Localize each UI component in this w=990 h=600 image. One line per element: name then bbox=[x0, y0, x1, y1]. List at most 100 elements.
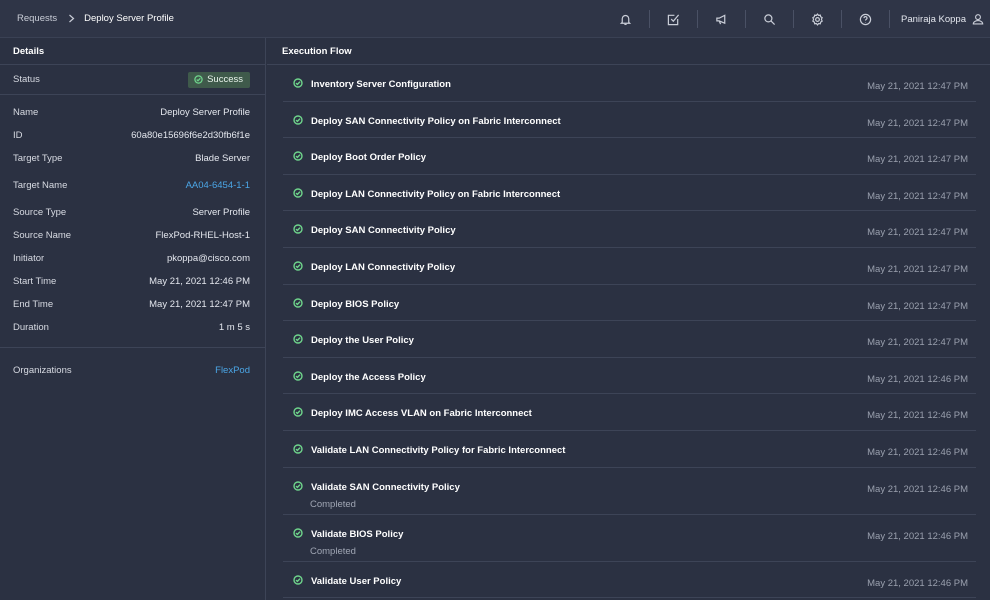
settings-button[interactable] bbox=[793, 0, 841, 38]
flow-step-time: May 21, 2021 12:46 PM bbox=[867, 530, 968, 542]
flow-step-time: May 21, 2021 12:47 PM bbox=[867, 337, 968, 349]
field-label: Name bbox=[13, 107, 39, 118]
flow-step-main: Deploy IMC Access VLAN on Fabric Interco… bbox=[293, 394, 532, 419]
execution-flow-panel: Execution Flow Inventory Server Configur… bbox=[267, 38, 990, 600]
field-id: ID 60a80e15696f6e2d30fb6f1e bbox=[0, 124, 265, 147]
organizations-label: Organizations bbox=[13, 364, 72, 376]
flow-step-time: May 21, 2021 12:46 PM bbox=[867, 577, 968, 589]
flow-step-name: Deploy the User Policy bbox=[311, 335, 414, 347]
field-label: Initiator bbox=[13, 253, 45, 264]
flow-step[interactable]: Inventory Server Configuration May 21, 20… bbox=[283, 65, 976, 102]
field-label: Target Type bbox=[13, 153, 63, 164]
flow-step[interactable]: Deploy SAN Connectivity Policy May 21, 20… bbox=[283, 211, 976, 248]
check-circle-icon bbox=[293, 151, 303, 161]
help-button[interactable] bbox=[841, 0, 889, 38]
field-source-type: Source Type Server Profile bbox=[0, 201, 265, 224]
field-label: ID bbox=[13, 130, 23, 141]
field-value: Server Profile bbox=[192, 207, 250, 218]
field-label: Start Time bbox=[13, 276, 57, 287]
status-label: Status bbox=[13, 74, 40, 85]
field-label: End Time bbox=[13, 299, 54, 310]
flow-step[interactable]: Deploy the Access Policy May 21, 2021 12:… bbox=[283, 358, 976, 395]
check-circle-icon bbox=[293, 527, 303, 538]
search-button[interactable] bbox=[745, 0, 793, 38]
check-circle-icon bbox=[293, 574, 303, 585]
flow-step-name: Validate LAN Connectivity Policy for Fab… bbox=[311, 444, 566, 456]
field-label: Source Type bbox=[13, 207, 67, 218]
flow-step[interactable]: Validate BIOS Policy Completed May 21, 202… bbox=[283, 515, 976, 562]
flow-step-time: May 21, 2021 12:46 PM bbox=[867, 373, 968, 385]
top-bar: Requests Deploy Server Profile Paniraja … bbox=[0, 0, 990, 38]
flow-step-time: May 21, 2021 12:46 PM bbox=[867, 410, 968, 422]
megaphone-icon bbox=[715, 13, 725, 24]
flow-step[interactable]: Validate SAN Connectivity Policy Complete… bbox=[283, 468, 976, 515]
notifications-button[interactable] bbox=[601, 0, 649, 38]
field-label: Duration bbox=[13, 322, 49, 333]
flow-step[interactable]: Deploy Boot Order Policy May 21, 2021 12:… bbox=[283, 138, 976, 175]
header-toolbar: Paniraja Koppa bbox=[601, 0, 990, 38]
flow-step-main: Deploy Boot Order Policy bbox=[293, 138, 426, 163]
flow-step[interactable]: Deploy the User Policy May 21, 2021 12:47… bbox=[283, 321, 976, 358]
chevron-right-icon bbox=[68, 14, 75, 23]
flow-step-name: Deploy SAN Connectivity Policy on Fabric… bbox=[311, 115, 561, 127]
flow-step-text: Deploy the Access Policy bbox=[311, 372, 426, 383]
check-circle-icon bbox=[293, 78, 303, 88]
field-initiator: Initiator pkoppa@cisco.com bbox=[0, 247, 265, 270]
flow-step-main: Deploy BIOS Policy bbox=[293, 285, 399, 310]
breadcrumb-requests-link[interactable]: Requests bbox=[17, 13, 57, 24]
field-value: May 21, 2021 12:46 PM bbox=[149, 276, 250, 287]
flow-step-time: May 21, 2021 12:47 PM bbox=[867, 300, 968, 312]
field-value: 60a80e15696f6e2d30fb6f1e bbox=[131, 130, 250, 141]
flow-step[interactable]: Deploy IMC Access VLAN on Fabric Interco… bbox=[283, 394, 976, 431]
organization-link[interactable]: FlexPod bbox=[215, 365, 250, 376]
flow-step[interactable]: Deploy BIOS Policy May 21, 2021 12:47 PM bbox=[283, 285, 976, 322]
flow-step-name: Inventory Server Configuration bbox=[311, 79, 451, 90]
check-circle-icon bbox=[293, 224, 303, 235]
flow-step[interactable]: Deploy LAN Connectivity Policy on Fabric… bbox=[283, 175, 976, 212]
flow-step[interactable]: Validate User Policy May 21, 2021 12:46 P… bbox=[283, 562, 976, 599]
breadcrumb: Requests Deploy Server Profile bbox=[0, 13, 174, 24]
flow-step-name: Deploy IMC Access VLAN on Fabric Interco… bbox=[311, 408, 532, 420]
tasks-button[interactable] bbox=[649, 0, 697, 38]
target-name-link[interactable]: AA04-6454-1-1 bbox=[186, 180, 250, 191]
check-circle-icon bbox=[194, 75, 203, 84]
check-circle-icon bbox=[293, 261, 303, 271]
search-icon bbox=[763, 13, 775, 25]
flow-step-main: Deploy LAN Connectivity Policy on Fabric… bbox=[293, 175, 560, 200]
execution-flow-list: Inventory Server Configuration May 21, 20… bbox=[267, 65, 990, 599]
check-circle-icon bbox=[293, 371, 303, 381]
flow-step-time: May 21, 2021 12:47 PM bbox=[867, 81, 968, 92]
check-circle-icon bbox=[293, 297, 303, 308]
field-value: May 21, 2021 12:47 PM bbox=[149, 299, 250, 310]
flow-step-name: Deploy the Access Policy bbox=[311, 371, 426, 383]
details-fields: Name Deploy Server Profile ID 60a80e1569… bbox=[0, 95, 265, 339]
flow-step[interactable]: Deploy LAN Connectivity Policy May 21, 20… bbox=[283, 248, 976, 285]
user-icon bbox=[972, 14, 984, 25]
check-circle-icon bbox=[293, 444, 303, 454]
flow-step-main: Deploy SAN Connectivity Policy bbox=[293, 211, 456, 236]
details-title: Details bbox=[0, 38, 265, 65]
bell-icon bbox=[619, 14, 631, 25]
flow-step-text: Deploy IMC Access VLAN on Fabric Interco… bbox=[311, 408, 532, 419]
flow-step-status: Completed bbox=[310, 498, 356, 510]
flow-step-text: Deploy the User Policy bbox=[311, 335, 414, 346]
announcements-button[interactable] bbox=[697, 0, 745, 38]
field-duration: Duration 1 m 5 s bbox=[0, 316, 265, 339]
field-target-name: Target Name AA04-6454-1-1 bbox=[0, 170, 265, 201]
flow-step[interactable]: Deploy SAN Connectivity Policy on Fabric… bbox=[283, 102, 976, 139]
flow-step-text: Deploy SAN Connectivity Policy on Fabric… bbox=[311, 116, 561, 127]
field-value: FlexPod-RHEL-Host-1 bbox=[155, 230, 251, 241]
flow-step-text: Deploy LAN Connectivity Policy bbox=[311, 262, 455, 273]
flow-step-time: May 21, 2021 12:47 PM bbox=[867, 263, 968, 275]
flow-step-status: Completed bbox=[310, 545, 356, 557]
flow-step[interactable]: Validate LAN Connectivity Policy for Fab… bbox=[283, 431, 976, 468]
status-value: Success bbox=[207, 74, 243, 85]
check-circle-icon bbox=[293, 334, 303, 344]
flow-step-name: Deploy LAN Connectivity Policy on Fabric… bbox=[311, 188, 561, 200]
flow-step-main: Inventory Server Configuration bbox=[293, 65, 451, 90]
flow-step-text: Deploy BIOS Policy bbox=[311, 299, 399, 310]
user-menu[interactable]: Paniraja Koppa bbox=[889, 0, 990, 38]
flow-step-text: Inventory Server Configuration bbox=[311, 79, 451, 90]
check-circle-icon bbox=[293, 407, 303, 418]
flow-step-time: May 21, 2021 12:47 PM bbox=[867, 227, 968, 239]
